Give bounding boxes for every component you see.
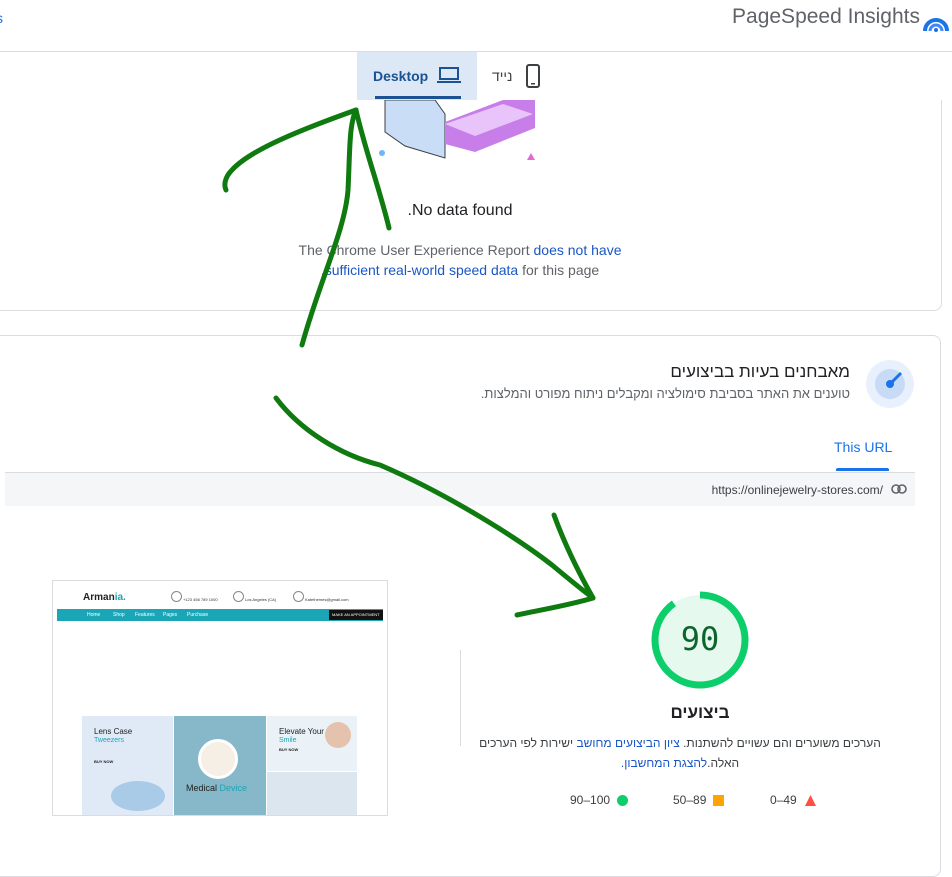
thumb-promo-lens-title: Lens Case xyxy=(94,727,133,736)
legend-pass-range: 90–100 xyxy=(570,793,611,807)
thumb-promo-smile-title: Elevate Your xyxy=(279,727,324,736)
thumb-smile-image xyxy=(325,722,351,748)
diagnostics-subtitle: טוענים את האתר בסביבת סימולציה ומקבלים נ… xyxy=(480,386,850,401)
score-note: הערכים משוערים והם עשויים להשתנות. ציון … xyxy=(470,733,890,773)
analyzed-url[interactable]: https://onlinejewelry-stores.com/ xyxy=(600,483,883,497)
thumb-promo-smile-link: BUY NOW xyxy=(279,747,299,752)
thumb-nav-item: Shop xyxy=(113,612,125,618)
thumb-phone: +123 456 789 1000 xyxy=(183,597,218,602)
thumb-nav-item: Features xyxy=(135,612,155,618)
phone-icon xyxy=(526,64,540,88)
thumb-nav-item: Pages xyxy=(163,612,178,618)
no-data-title: .No data found xyxy=(407,202,513,219)
link-icon xyxy=(891,484,907,494)
no-data-text-2: for this page xyxy=(518,262,600,278)
thumb-email-icon xyxy=(293,591,304,602)
thumb-cta-label: MAKE AN APPOINTMENT xyxy=(332,612,380,617)
pagespeed-logo-icon xyxy=(923,18,949,32)
thumb-nav-item: Purchase xyxy=(187,612,209,618)
thumb-promo-device-title: Medical Device xyxy=(186,783,248,793)
diagnostics-title: מאבחנים בעיות בביצועים xyxy=(670,362,850,381)
thumb-location-icon xyxy=(233,591,244,602)
tab-mobile[interactable]: נייד xyxy=(492,68,512,84)
thumb-cup-image xyxy=(198,739,238,779)
thumb-city: Los Angeles (CA) xyxy=(245,597,277,602)
legend-pass-icon xyxy=(617,795,628,806)
score-label: ביצועים xyxy=(670,703,730,722)
legend-average-range: 50–89 xyxy=(673,793,707,807)
score-note-text-3: האלה. xyxy=(707,756,740,770)
url-tab-indicator xyxy=(836,468,889,471)
thumb-email: Katethemes@gmail.com xyxy=(305,597,349,602)
no-data-link-2[interactable]: sufficient real-world speed data xyxy=(325,262,519,278)
thumb-logo: Armania. xyxy=(83,592,126,603)
legend-fail-range: 0–49 xyxy=(770,793,797,807)
no-data-text-1: The Chrome User Experience Report xyxy=(298,242,534,258)
no-data-description: The Chrome User Experience Report does n… xyxy=(280,240,640,280)
gauge-icon xyxy=(866,360,914,408)
calculator-link[interactable]: להצגת המחשבון. xyxy=(621,756,707,770)
thumb-nav-item: Home xyxy=(87,612,101,618)
page-screenshot-thumbnail: Armania. +123 456 789 1000 Los Angeles (… xyxy=(52,580,388,816)
no-data-link-1[interactable]: does not have xyxy=(534,242,622,258)
section-divider xyxy=(460,650,461,746)
score-value: 90 xyxy=(680,620,720,658)
score-note-text-1: הערכים משוערים והם עשויים להשתנות. xyxy=(679,736,881,750)
tab-active-indicator xyxy=(375,96,461,99)
thumb-syringe-image xyxy=(267,772,357,815)
laptop-icon xyxy=(437,67,461,83)
score-calc-link[interactable]: ציון הביצועים מחושב xyxy=(576,736,679,750)
thumb-promo-smile-accent: Smile xyxy=(279,737,297,744)
legend-average-icon xyxy=(713,795,724,806)
header-link-fragment[interactable]: s xyxy=(0,10,3,26)
thumb-phone-icon xyxy=(171,591,182,602)
tab-desktop-label: Desktop xyxy=(373,68,429,84)
thumb-promo-lens-link: BUY NOW xyxy=(94,759,114,764)
score-note-text-2: ישירות לפי הערכים xyxy=(479,736,577,750)
tab-this-url[interactable]: This URL xyxy=(834,439,892,455)
app-title: PageSpeed Insights xyxy=(732,5,920,28)
no-data-illustration xyxy=(379,100,535,160)
legend-fail-icon xyxy=(805,795,816,806)
thumb-promo-lens-accent: Tweezers xyxy=(94,737,124,744)
thumb-lens-case-image xyxy=(111,781,165,811)
